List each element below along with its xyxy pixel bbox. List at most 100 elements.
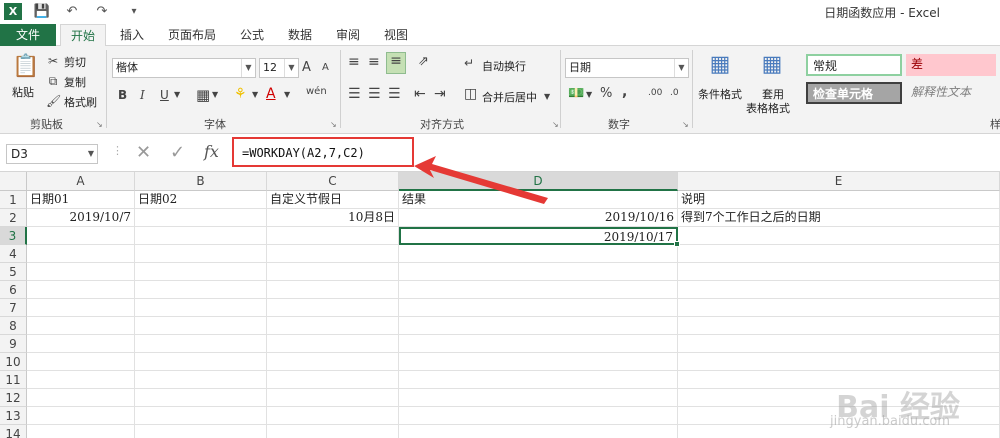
- cell-d14[interactable]: [399, 425, 678, 438]
- row-header-7[interactable]: 7: [0, 299, 27, 317]
- cell-a10[interactable]: [27, 353, 135, 371]
- tab-insert[interactable]: 插入: [112, 24, 152, 46]
- cell-a6[interactable]: [27, 281, 135, 299]
- cell-b5[interactable]: [135, 263, 267, 281]
- cell-e9[interactable]: [678, 335, 1000, 353]
- column-header-b[interactable]: B: [135, 172, 267, 191]
- cell-a1[interactable]: 日期01: [27, 191, 135, 209]
- percent-style-button[interactable]: %: [600, 86, 612, 101]
- cell-a7[interactable]: [27, 299, 135, 317]
- cell-c13[interactable]: [267, 407, 399, 425]
- copy-icon[interactable]: ⧉: [46, 74, 60, 89]
- cell-c3[interactable]: [267, 227, 399, 245]
- cell-a2[interactable]: 2019/10/7: [27, 209, 135, 227]
- conditional-formatting-icon[interactable]: ▦: [706, 52, 734, 82]
- column-header-e[interactable]: E: [678, 172, 1000, 191]
- cell-d3[interactable]: 2019/10/17: [399, 227, 678, 245]
- cell-c1[interactable]: 自定义节假日: [267, 191, 399, 209]
- cell-a12[interactable]: [27, 389, 135, 407]
- align-right-icon[interactable]: ☰: [388, 86, 401, 102]
- cell-a11[interactable]: [27, 371, 135, 389]
- format-as-table-button-line2[interactable]: 表格格式: [746, 100, 790, 116]
- conditional-formatting-button[interactable]: 条件格式: [698, 86, 742, 102]
- cell-c14[interactable]: [267, 425, 399, 438]
- cell-e10[interactable]: [678, 353, 1000, 371]
- cell-c11[interactable]: [267, 371, 399, 389]
- chevron-down-icon[interactable]: ▼: [174, 90, 180, 99]
- save-icon[interactable]: 💾: [32, 2, 52, 22]
- chevron-down-icon[interactable]: ▼: [586, 90, 592, 99]
- row-header-13[interactable]: 13: [0, 407, 27, 425]
- cell-c4[interactable]: [267, 245, 399, 263]
- cell-a5[interactable]: [27, 263, 135, 281]
- cell-e3[interactable]: [678, 227, 1000, 245]
- cut-button[interactable]: 剪切: [64, 54, 86, 70]
- chevron-down-icon[interactable]: ▼: [544, 92, 550, 101]
- cell-c7[interactable]: [267, 299, 399, 317]
- tab-formulas[interactable]: 公式: [232, 24, 272, 46]
- select-all-corner[interactable]: [0, 172, 27, 191]
- tab-review[interactable]: 审阅: [328, 24, 368, 46]
- undo-icon[interactable]: ↶: [62, 2, 82, 22]
- align-bottom-icon[interactable]: ≡: [386, 52, 406, 74]
- align-middle-icon[interactable]: ≡: [368, 54, 380, 70]
- chevron-down-icon[interactable]: ▼: [252, 90, 258, 99]
- tab-file[interactable]: 文件: [0, 24, 56, 46]
- row-header-14[interactable]: 14: [0, 425, 27, 438]
- cell-a9[interactable]: [27, 335, 135, 353]
- dialog-launcher-icon[interactable]: ↘: [682, 120, 689, 129]
- accounting-format-icon[interactable]: 💵: [568, 86, 584, 101]
- cell-b10[interactable]: [135, 353, 267, 371]
- font-color-icon[interactable]: A: [266, 86, 276, 102]
- name-box[interactable]: D3 ▼: [6, 144, 98, 164]
- increase-decimal-button[interactable]: .00: [648, 88, 662, 98]
- cell-c6[interactable]: [267, 281, 399, 299]
- tab-view[interactable]: 视图: [376, 24, 416, 46]
- chevron-down-icon[interactable]: ▼: [284, 90, 290, 99]
- copy-button[interactable]: 复制: [64, 74, 86, 90]
- align-center-icon[interactable]: ☰: [368, 86, 381, 102]
- style-explanatory-text[interactable]: 解释性文本: [906, 82, 996, 104]
- cell-b14[interactable]: [135, 425, 267, 438]
- wrap-text-icon[interactable]: ↵: [464, 56, 474, 70]
- row-header-8[interactable]: 8: [0, 317, 27, 335]
- underline-button[interactable]: U: [160, 88, 169, 102]
- style-normal[interactable]: 常规: [806, 54, 902, 76]
- fill-handle[interactable]: [674, 241, 680, 247]
- redo-icon[interactable]: ↷: [92, 2, 112, 22]
- increase-indent-icon[interactable]: ⇥: [434, 86, 446, 102]
- chevron-down-icon[interactable]: ▼: [212, 90, 218, 99]
- row-header-6[interactable]: 6: [0, 281, 27, 299]
- cut-icon[interactable]: ✂: [46, 54, 60, 68]
- tab-page-layout[interactable]: 页面布局: [160, 24, 224, 46]
- cell-b12[interactable]: [135, 389, 267, 407]
- more-options-icon[interactable]: ⋮: [112, 144, 123, 157]
- tab-home[interactable]: 开始: [60, 24, 106, 47]
- cell-b9[interactable]: [135, 335, 267, 353]
- cell-a8[interactable]: [27, 317, 135, 335]
- phonetic-guide-icon[interactable]: wén: [306, 86, 327, 97]
- row-header-11[interactable]: 11: [0, 371, 27, 389]
- cell-d2[interactable]: 2019/10/16: [399, 209, 678, 227]
- style-check-cell[interactable]: 检查单元格: [806, 82, 902, 104]
- paste-icon[interactable]: 📋: [12, 54, 39, 82]
- cell-e2[interactable]: 得到7个工作日之后的日期: [678, 209, 1000, 227]
- style-bad[interactable]: 差: [906, 54, 996, 76]
- tab-data[interactable]: 数据: [280, 24, 320, 46]
- cell-b1[interactable]: 日期02: [135, 191, 267, 209]
- cell-e7[interactable]: [678, 299, 1000, 317]
- cell-a3[interactable]: [27, 227, 135, 245]
- cell-d7[interactable]: [399, 299, 678, 317]
- cell-c2[interactable]: 10月8日: [267, 209, 399, 227]
- format-as-table-icon[interactable]: ▦: [758, 52, 786, 82]
- dialog-launcher-icon[interactable]: ↘: [330, 120, 337, 129]
- comma-style-button[interactable]: ,: [622, 84, 627, 100]
- italic-button[interactable]: I: [140, 88, 145, 102]
- shrink-font-icon[interactable]: A: [322, 62, 329, 73]
- merge-center-icon[interactable]: ◫: [464, 86, 477, 102]
- cell-a13[interactable]: [27, 407, 135, 425]
- format-painter-icon[interactable]: 🖌: [46, 94, 61, 108]
- row-header-12[interactable]: 12: [0, 389, 27, 407]
- borders-icon[interactable]: ▦: [196, 86, 210, 104]
- row-header-1[interactable]: 1: [0, 191, 27, 209]
